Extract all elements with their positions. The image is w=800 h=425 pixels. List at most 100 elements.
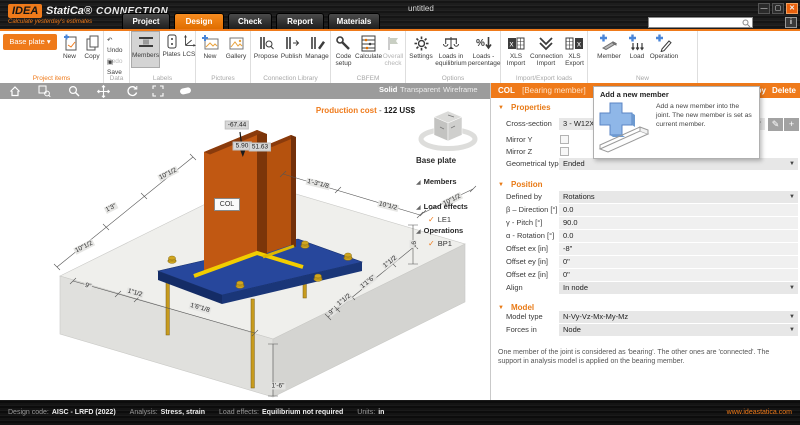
member-sketch-icon (600, 127, 648, 152)
bearing-member-note: One member of the joint is considered as… (498, 349, 778, 367)
input-field[interactable]: 0" (559, 269, 798, 281)
website-link[interactable]: www.ideastatica.com (727, 409, 792, 416)
section-properties: Properties (511, 103, 551, 112)
xls-export-icon: x (563, 33, 586, 53)
collapse-icon[interactable]: ▼ (498, 305, 504, 311)
collapse-icon[interactable]: ▼ (498, 105, 504, 111)
minimize-button[interactable]: — (758, 3, 770, 14)
expander-icon[interactable]: ◢ (416, 229, 421, 235)
search-icon (742, 19, 751, 28)
tree-group-members[interactable]: ◢Members (416, 171, 457, 189)
input-field[interactable]: 0" (559, 256, 798, 268)
field-label: Offset ex [in] (506, 244, 548, 253)
field-label: β – Direction [°] (506, 205, 558, 214)
dimension-label: 10"1/2 (73, 239, 95, 255)
model-viewport[interactable]: 10"1/21'3"10"1/29"1"1/21'6"1/81'-3"1/810… (0, 99, 490, 400)
chevron-down-icon: ▼ (789, 324, 795, 336)
tree-root-base-plate[interactable]: Base plate (416, 156, 456, 165)
svg-text:x: x (509, 39, 513, 48)
load-value-label: 51.63 (249, 143, 271, 152)
input-field[interactable]: 0.0 (559, 230, 798, 242)
chevron-down-icon: ▼ (789, 282, 795, 294)
check-icon[interactable]: ✓ (428, 239, 435, 248)
dimension-label: 9" (327, 307, 338, 317)
search-input[interactable] (648, 17, 753, 28)
add-member-icon (594, 33, 624, 53)
chevron-down-icon: ▼ (789, 158, 795, 170)
add-operation-icon (649, 33, 679, 53)
new-member-button[interactable]: Member (594, 33, 624, 60)
connection-import-icon (530, 33, 562, 53)
field-label: α - Rotation [°] (506, 231, 554, 240)
dimension-label: 1'-3"1/8 (306, 178, 331, 191)
add-member-tooltip: Add a new member Add a new member into t… (593, 86, 760, 159)
input-field[interactable]: 90.0 (559, 217, 798, 229)
mirror-y-checkbox[interactable] (560, 135, 569, 144)
mirror-z-label: Mirror Z (506, 147, 532, 156)
dimension-label: 1"1/2 (126, 287, 144, 298)
member-name: COL (498, 86, 515, 95)
section-model: Model (511, 303, 534, 312)
dropdown-field[interactable]: In node▼ (559, 282, 798, 294)
units-setting: Units:in (357, 409, 384, 416)
xls-import-icon: x (503, 33, 529, 53)
field-label: Model type (506, 312, 543, 321)
add-cross-section-button[interactable]: + (784, 118, 799, 131)
tooltip-title: Add a new member (600, 90, 669, 99)
geometrical-type-label: Geometrical type (506, 159, 563, 168)
mirror-z-checkbox[interactable] (560, 147, 569, 156)
xls-export-button[interactable]: x XLS Export (563, 33, 586, 68)
xls-import-button[interactable]: x XLS Import (503, 33, 529, 68)
collapse-icon[interactable]: ▼ (498, 182, 504, 188)
add-member-plus-icon (598, 101, 656, 155)
section-position: Position (511, 180, 543, 189)
field-label: Defined by (506, 192, 542, 201)
expander-icon[interactable]: ◢ (416, 205, 421, 211)
field-label: Offset ey [in] (506, 257, 548, 266)
delete-member-button[interactable]: Delete (772, 83, 796, 98)
edit-cross-section-button[interactable]: ✎ (768, 118, 783, 131)
dimension-label: 1'1"6" (358, 273, 377, 290)
svg-text:x: x (577, 39, 581, 48)
close-button[interactable]: ✕ (786, 3, 798, 14)
add-load-icon (626, 33, 648, 53)
info-button[interactable]: i (785, 17, 797, 28)
chevron-down-icon: ▼ (789, 191, 795, 203)
connection-import-button[interactable]: Connection Import (530, 33, 562, 68)
analysis-type: Analysis:Stress, strain (130, 409, 205, 416)
maximize-button[interactable]: ▢ (772, 3, 784, 14)
dimension-label: 1"1/2 (335, 292, 353, 308)
field-label: Forces in (506, 325, 537, 334)
load-value-label: -67.44 (225, 121, 249, 130)
mirror-y-label: Mirror Y (506, 135, 533, 144)
new-load-button[interactable]: Load (626, 33, 648, 60)
field-label: γ - Pitch [°] (506, 218, 542, 227)
ribbon-group-new: Member Load Operation New (588, 31, 698, 83)
dimension-label: 9" (410, 240, 417, 248)
dimension-label: 1'6"1/8 (189, 302, 212, 315)
dimension-label: 1"1/2 (381, 254, 399, 270)
tree-item-bp1[interactable]: ✓BP1 (428, 233, 452, 251)
member-type: [Bearing member] (522, 86, 586, 95)
field-label: Offset ez [in] (506, 270, 548, 279)
field-label: Align (506, 283, 523, 292)
dropdown-field[interactable]: N-Vy-Vz-Mx-My-Mz▼ (559, 311, 798, 323)
dropdown-field[interactable]: Node▼ (559, 324, 798, 336)
dimension-label: 1'-6" (271, 383, 286, 390)
input-field[interactable]: -8" (559, 243, 798, 255)
design-code: Design code:AISC - LRFD (2022) (8, 409, 116, 416)
new-operation-button[interactable]: Operation (649, 33, 679, 60)
dropdown-field[interactable]: Rotations▼ (559, 191, 798, 203)
expander-icon[interactable]: ◢ (416, 180, 421, 186)
tooltip-body: Add a new member into the joint. The new… (656, 103, 754, 129)
dimension-label: 10"1/2 (157, 166, 179, 182)
input-field[interactable]: 0.0 (559, 204, 798, 216)
dimension-label: 9" (83, 282, 93, 291)
geometrical-type-dropdown[interactable]: Ended▼ (559, 158, 798, 170)
ribbon-group-import-export: x XLS Import Connection Import x XLS Exp… (501, 31, 588, 83)
load-effects-setting: Load effects:Equilibrium not required (219, 409, 343, 416)
production-cost: Production cost - 122 US$ (280, 106, 415, 115)
column-label: COL (214, 198, 240, 211)
cross-section-label: Cross-section (506, 119, 552, 128)
dimension-label: 1'3" (104, 202, 119, 214)
